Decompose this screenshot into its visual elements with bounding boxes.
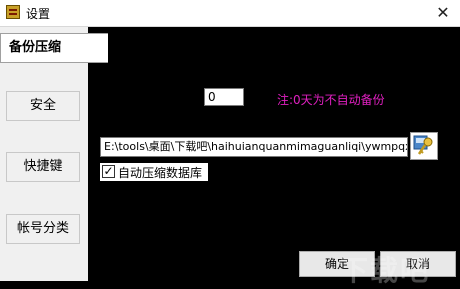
auto-compress-checkbox[interactable]: ✓ bbox=[102, 165, 115, 178]
window-title: 设置 bbox=[26, 7, 51, 21]
backup-days-input[interactable]: 0 bbox=[204, 88, 244, 106]
title-bar: 设置 ✕ bbox=[0, 0, 460, 27]
backup-path-input[interactable]: E:\tools\桌面\下载吧\haihuianquanmimaguanliqi… bbox=[100, 137, 408, 157]
close-icon: ✕ bbox=[436, 3, 450, 22]
tab-backup-compress[interactable]: 备份压缩 bbox=[0, 33, 108, 63]
app-icon bbox=[6, 5, 20, 19]
auto-compress-row[interactable]: ✓ 自动压缩数据库 bbox=[100, 163, 208, 181]
settings-body: 备份压缩 安全 快捷键 帐号分类 0 注:0天为不自动备份 E:\tools\桌… bbox=[0, 27, 460, 287]
close-button[interactable]: ✕ bbox=[426, 0, 460, 26]
backup-note: 注:0天为不自动备份 bbox=[277, 93, 385, 107]
browse-button[interactable] bbox=[410, 132, 438, 160]
cancel-button[interactable]: 取消 bbox=[380, 251, 456, 277]
tab-shortcuts[interactable]: 快捷键 bbox=[6, 152, 80, 182]
auto-compress-label: 自动压缩数据库 bbox=[118, 166, 203, 180]
key-icon bbox=[413, 135, 433, 155]
tab-security[interactable]: 安全 bbox=[6, 91, 80, 121]
ok-button[interactable]: 确定 bbox=[299, 251, 375, 277]
tab-account-categories[interactable]: 帐号分类 bbox=[6, 214, 80, 244]
